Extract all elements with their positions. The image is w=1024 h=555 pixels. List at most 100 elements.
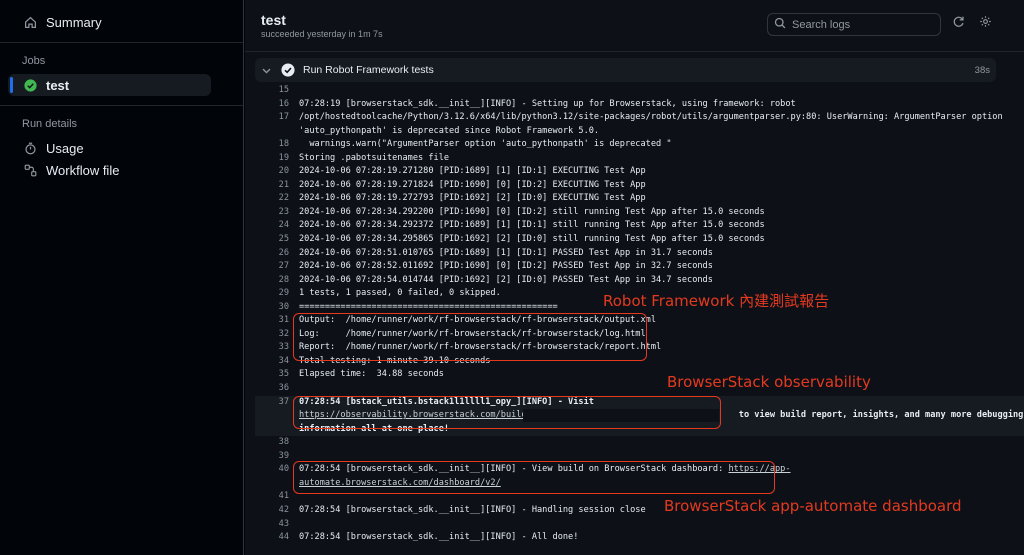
log-line-number[interactable]: 18 bbox=[255, 138, 289, 152]
log-line-number[interactable]: 37 bbox=[255, 396, 289, 410]
log-line-number[interactable]: 22 bbox=[255, 192, 289, 206]
search-input[interactable] bbox=[792, 18, 932, 31]
log-line-number[interactable]: 21 bbox=[255, 179, 289, 193]
job-log-panel: test succeeded yesterday in 1m 7s Run Ro… bbox=[245, 0, 1024, 555]
log-line-number[interactable]: 29 bbox=[255, 287, 289, 301]
log-line: 27 2024-10-06 07:28:52.011692 [PID:1690] … bbox=[255, 260, 1024, 274]
log-link[interactable]: automate.browserstack.com/dashboard/v2/ bbox=[299, 478, 501, 488]
log-line-number[interactable]: 31 bbox=[255, 314, 289, 328]
log-line-text: automate.browserstack.com/dashboard/v2/ bbox=[289, 477, 501, 491]
log-text: 2024-10-06 07:28:52.011692 [PID:1690] [0… bbox=[299, 261, 713, 272]
log-line-number[interactable] bbox=[255, 423, 289, 437]
sidebar: Summary Jobs test Run details Usage Work… bbox=[0, 0, 244, 555]
log-line-text: 2024-10-06 07:28:34.292200 [PID:1690] [0… bbox=[289, 206, 765, 220]
log-line-text: 07:28:54 [browserstack_sdk.__init__][INF… bbox=[289, 463, 791, 477]
log-line-number[interactable]: 34 bbox=[255, 355, 289, 369]
log-line-number[interactable]: 30 bbox=[255, 301, 289, 315]
annotation-label-dashboard: BrowserStack app-automate dashboard bbox=[664, 497, 962, 515]
log-line-number[interactable]: 25 bbox=[255, 233, 289, 247]
log-line-text: 2024-10-06 07:28:19.271824 [PID:1690] [0… bbox=[289, 179, 646, 193]
log-line-number[interactable]: 42 bbox=[255, 504, 289, 518]
log-line: 38 bbox=[255, 436, 1024, 450]
sidebar-item-usage[interactable]: Usage bbox=[8, 137, 235, 159]
log-line-number[interactable]: 23 bbox=[255, 206, 289, 220]
log-line: 25 2024-10-06 07:28:34.295865 [PID:1692] … bbox=[255, 233, 1024, 247]
log-line: 24 2024-10-06 07:28:34.292372 [PID:1689] … bbox=[255, 219, 1024, 233]
log-line-number[interactable]: 32 bbox=[255, 328, 289, 342]
log-line-text bbox=[289, 84, 299, 98]
log-link[interactable]: https://observability.browserstack.com/b… bbox=[299, 410, 537, 420]
log-text: ========================================… bbox=[299, 301, 558, 312]
log-line: 31 Output: /home/runner/work/rf-browserst… bbox=[255, 314, 1024, 328]
log-line: 'auto_pythonpath' is deprecated since Ro… bbox=[255, 125, 1024, 139]
log-line-number[interactable]: 19 bbox=[255, 152, 289, 166]
log-line-text bbox=[289, 518, 299, 532]
log-line-text: Storing .pabotsuitenames file bbox=[289, 152, 449, 166]
sidebar-item-label: Usage bbox=[46, 140, 84, 156]
log-line-number[interactable]: 44 bbox=[255, 531, 289, 545]
log-line: 19 Storing .pabotsuitenames file bbox=[255, 152, 1024, 166]
check-circle-icon bbox=[22, 77, 38, 93]
log-line-text bbox=[289, 382, 299, 396]
log-text: 2024-10-06 07:28:19.272793 [PID:1692] [2… bbox=[299, 193, 646, 204]
log-text: 07:28:54 [bstack_utils.bstack1l1llll1_op… bbox=[299, 396, 594, 407]
log-line-number[interactable]: 27 bbox=[255, 260, 289, 274]
log-line-number[interactable]: 36 bbox=[255, 382, 289, 396]
page-title: test bbox=[261, 12, 286, 28]
sidebar-item-summary[interactable]: Summary bbox=[8, 11, 235, 33]
log-line-text: Log: /home/runner/work/rf-browserstack/r… bbox=[289, 328, 646, 342]
sidebar-item-label: Workflow file bbox=[46, 162, 120, 178]
log-line-number[interactable]: 33 bbox=[255, 341, 289, 355]
log-link[interactable]: https://app- bbox=[728, 464, 790, 474]
log-line-number[interactable] bbox=[255, 409, 289, 423]
log-output: 15 16 07:28:19 [browserstack_sdk.__init__]… bbox=[255, 84, 1024, 555]
log-line-text: 07:28:54 [browserstack_sdk.__init__][INF… bbox=[289, 531, 578, 545]
log-line-number[interactable] bbox=[255, 477, 289, 491]
log-line-number[interactable]: 35 bbox=[255, 368, 289, 382]
log-line-text: Report: /home/runner/work/rf-browserstac… bbox=[289, 341, 661, 355]
log-text: 07:28:54 [browserstack_sdk.__init__][INF… bbox=[299, 504, 646, 515]
log-line-number[interactable]: 24 bbox=[255, 219, 289, 233]
search-logs[interactable] bbox=[767, 13, 941, 36]
log-line-number[interactable]: 20 bbox=[255, 165, 289, 179]
log-line-number[interactable] bbox=[255, 125, 289, 139]
log-text: 2024-10-06 07:28:19.271824 [PID:1690] [0… bbox=[299, 179, 646, 190]
log-text: Log: /home/runner/work/rf-browserstack/r… bbox=[299, 328, 646, 339]
log-line-text: 07:28:54 [browserstack_sdk.__init__][INF… bbox=[289, 504, 646, 518]
log-line-number[interactable]: 16 bbox=[255, 98, 289, 112]
log-text: Report: /home/runner/work/rf-browserstac… bbox=[299, 342, 662, 353]
settings-button[interactable] bbox=[976, 15, 994, 33]
log-line-number[interactable]: 26 bbox=[255, 247, 289, 261]
log-line: 36 bbox=[255, 382, 1024, 396]
log-line-number[interactable]: 28 bbox=[255, 274, 289, 288]
log-text: Elapsed time: 34.88 seconds bbox=[299, 369, 444, 380]
log-text: 2024-10-06 07:28:51.010765 [PID:1689] [1… bbox=[299, 247, 713, 258]
refresh-button[interactable] bbox=[949, 15, 967, 33]
log-line: 15 bbox=[255, 84, 1024, 98]
log-text: 1 tests, 1 passed, 0 failed, 0 skipped. bbox=[299, 288, 501, 299]
log-line-number[interactable]: 17 bbox=[255, 111, 289, 125]
log-line: 23 2024-10-06 07:28:34.292200 [PID:1690] … bbox=[255, 206, 1024, 220]
log-text: Total testing: 1 minute 39.10 seconds bbox=[299, 355, 491, 366]
sidebar-item-workflow-file[interactable]: Workflow file bbox=[8, 159, 235, 181]
log-text: warnings.warn("ArgumentParser option 'au… bbox=[299, 139, 672, 150]
log-line-number[interactable]: 41 bbox=[255, 490, 289, 504]
sidebar-item-job-test[interactable]: test bbox=[8, 74, 211, 96]
step-header[interactable]: Run Robot Framework tests 38s bbox=[255, 58, 996, 82]
log-line: automate.browserstack.com/dashboard/v2/ bbox=[255, 477, 1024, 491]
log-line-text: 2024-10-06 07:28:19.272793 [PID:1692] [2… bbox=[289, 192, 646, 206]
log-line-text bbox=[289, 450, 299, 464]
log-line-number[interactable]: 43 bbox=[255, 518, 289, 532]
log-line-number[interactable]: 40 bbox=[255, 463, 289, 477]
log-line-number[interactable]: 38 bbox=[255, 436, 289, 450]
log-line-number[interactable]: 15 bbox=[255, 84, 289, 98]
log-line-text: Elapsed time: 34.88 seconds bbox=[289, 368, 444, 382]
step-success-icon bbox=[281, 63, 295, 77]
log-line-text: information all at one place! bbox=[289, 423, 449, 437]
log-line-text: 07:28:19 [browserstack_sdk.__init__][INF… bbox=[289, 98, 796, 112]
run-details-heading: Run details bbox=[22, 118, 78, 130]
log-line: 33 Report: /home/runner/work/rf-browserst… bbox=[255, 341, 1024, 355]
log-line-text: Total testing: 1 minute 39.10 seconds bbox=[289, 355, 490, 369]
log-line-number[interactable]: 39 bbox=[255, 450, 289, 464]
log-line: 22 2024-10-06 07:28:19.272793 [PID:1692] … bbox=[255, 192, 1024, 206]
